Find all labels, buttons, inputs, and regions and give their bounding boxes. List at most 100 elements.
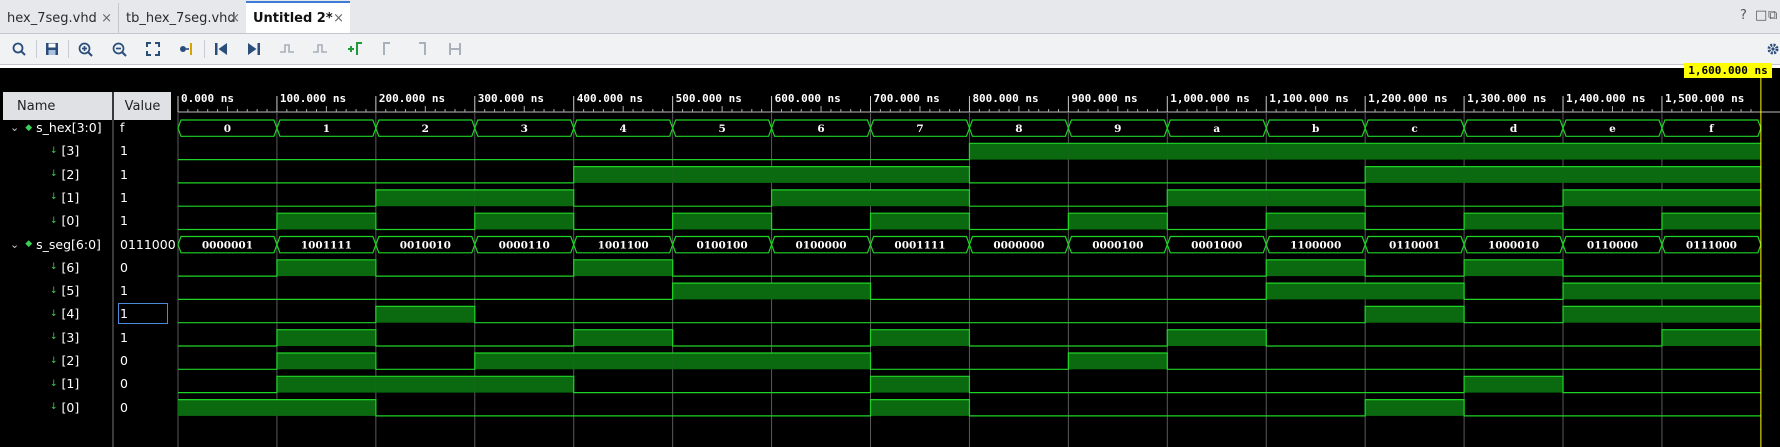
bus-value-label: 0001000 bbox=[1191, 240, 1242, 252]
high-level-fill bbox=[1563, 189, 1662, 207]
signal-icon: ↓ bbox=[50, 169, 58, 180]
high-level-fill bbox=[1661, 189, 1761, 207]
save-icon[interactable] bbox=[41, 38, 63, 60]
tab-bar: hex_7seg.vhd × tb_hex_7seg.vhd × Untitle… bbox=[0, 0, 1780, 34]
high-level-fill bbox=[375, 376, 475, 393]
bus-value-label: 0001111 bbox=[894, 240, 945, 252]
bus-value-label: 0000001 bbox=[202, 240, 253, 252]
high-level-fill bbox=[771, 283, 871, 300]
bit-signal-row[interactable]: ↓ [5] bbox=[50, 279, 79, 302]
bit-signal-row[interactable]: ↓ [3] bbox=[50, 139, 79, 162]
bit-signal-row[interactable]: ↓ [6] bbox=[50, 256, 79, 279]
settings-icon[interactable] bbox=[1762, 38, 1780, 60]
bit-signal-row[interactable]: ↓ [0] bbox=[50, 209, 79, 232]
help-icon[interactable]: ? bbox=[1740, 8, 1747, 23]
zoom-fit-icon[interactable] bbox=[142, 38, 164, 60]
high-level-fill bbox=[1365, 399, 1465, 416]
next-marker-icon[interactable] bbox=[410, 38, 432, 60]
bus-value-label: b bbox=[1312, 123, 1319, 135]
high-level-fill bbox=[1068, 353, 1168, 370]
signal-name: [4] bbox=[61, 306, 80, 322]
bus-signal-row[interactable]: ⌄ ◆ s_seg[6:0] bbox=[10, 233, 101, 256]
tab-tb-hex-7seg[interactable]: tb_hex_7seg.vhd × bbox=[118, 3, 246, 33]
bus-icon: ◆ bbox=[25, 122, 33, 133]
bit-signal-row[interactable]: ↓ [0] bbox=[50, 396, 79, 419]
previous-marker-icon[interactable] bbox=[377, 38, 399, 60]
bit-signal-row[interactable]: ↓ [3] bbox=[50, 326, 79, 349]
high-level-fill bbox=[870, 166, 970, 183]
bus-value-label: c bbox=[1411, 123, 1417, 135]
ruler-time-label: 0.000 ns bbox=[181, 92, 234, 105]
high-level-fill bbox=[573, 259, 673, 277]
close-icon[interactable]: × bbox=[333, 11, 344, 26]
tab-untitled-2[interactable]: Untitled 2* × bbox=[246, 1, 350, 33]
tab-hex-7seg[interactable]: hex_7seg.vhd × bbox=[0, 3, 118, 33]
high-level-fill bbox=[1563, 283, 1662, 300]
signal-value: 1 bbox=[120, 143, 128, 159]
swap-cursors-icon[interactable] bbox=[444, 38, 466, 60]
bus-icon: ◆ bbox=[25, 239, 33, 249]
signal-name: [2] bbox=[61, 166, 80, 182]
high-level-fill bbox=[1266, 259, 1366, 277]
high-level-fill bbox=[276, 376, 376, 393]
high-level-fill bbox=[1365, 143, 1465, 160]
add-marker-icon[interactable] bbox=[344, 38, 366, 60]
signal-icon: ↓ bbox=[50, 192, 58, 203]
zoom-out-icon[interactable] bbox=[108, 38, 130, 60]
high-level-fill bbox=[771, 166, 871, 183]
high-level-fill bbox=[474, 353, 574, 370]
signal-name: [0] bbox=[61, 213, 80, 229]
signal-value: f bbox=[120, 120, 125, 135]
signal-value: 1 bbox=[120, 329, 128, 345]
high-level-fill bbox=[1661, 143, 1761, 160]
high-level-fill bbox=[375, 189, 475, 207]
go-to-end-icon[interactable] bbox=[243, 38, 265, 60]
close-icon[interactable]: × bbox=[229, 11, 240, 26]
ruler-time-label: 1,200.000 ns bbox=[1368, 92, 1447, 105]
signal-name: [6] bbox=[61, 259, 80, 275]
zoom-in-icon[interactable] bbox=[74, 38, 96, 60]
bus-value-label: 0010010 bbox=[400, 240, 451, 252]
signal-value: 0111000 bbox=[120, 236, 176, 252]
bus-value-label: 1001111 bbox=[301, 240, 352, 252]
high-level-fill bbox=[1464, 143, 1564, 160]
cursor-time-label[interactable]: 1,600.000 ns bbox=[1684, 63, 1772, 78]
waveform-canvas[interactable]: 0.000 ns 100.000 ns 200.000 ns 300.000 ns 40… bbox=[175, 68, 1780, 447]
signal-icon: ↓ bbox=[50, 402, 58, 413]
high-level-fill bbox=[276, 213, 376, 230]
bit-signal-row[interactable]: ↓ [4] bbox=[50, 302, 79, 325]
previous-transition-icon[interactable] bbox=[276, 38, 298, 60]
bus-signal-row[interactable]: ⌄ ◆ s_hex[3:0] bbox=[10, 116, 102, 139]
ruler-time-label: 1,500.000 ns bbox=[1665, 92, 1744, 105]
ruler-time-label: 500.000 ns bbox=[676, 92, 742, 105]
chevron-down-icon[interactable]: ⌄ bbox=[10, 238, 19, 251]
signal-icon: ↓ bbox=[50, 145, 58, 156]
next-transition-icon[interactable] bbox=[309, 38, 331, 60]
restore-icon[interactable]: □ bbox=[1755, 8, 1767, 23]
float-icon[interactable]: ⧉ bbox=[1768, 8, 1777, 23]
signal-value: 1 bbox=[120, 166, 128, 182]
high-level-fill bbox=[474, 376, 574, 393]
high-level-fill bbox=[1068, 213, 1168, 230]
close-icon[interactable]: × bbox=[101, 11, 112, 26]
go-to-cursor-icon[interactable] bbox=[176, 38, 198, 60]
signal-name: [3] bbox=[61, 143, 80, 159]
go-to-start-icon[interactable] bbox=[210, 38, 232, 60]
high-level-fill bbox=[1365, 283, 1465, 300]
bit-signal-row[interactable]: ↓ [2] bbox=[50, 349, 79, 372]
high-level-fill bbox=[870, 376, 970, 393]
high-level-fill bbox=[1167, 189, 1267, 207]
high-level-fill bbox=[1266, 213, 1366, 230]
bus-value-label: 8 bbox=[1015, 123, 1022, 135]
bit-signal-row[interactable]: ↓ [1] bbox=[50, 372, 79, 395]
high-level-fill bbox=[672, 213, 772, 230]
high-level-fill bbox=[870, 213, 970, 230]
ruler-time-label: 100.000 ns bbox=[280, 92, 346, 105]
search-icon[interactable] bbox=[8, 38, 30, 60]
signal-name: [0] bbox=[61, 399, 80, 415]
high-level-fill bbox=[771, 189, 871, 207]
bit-signal-row[interactable]: ↓ [2] bbox=[50, 163, 79, 186]
bit-signal-row[interactable]: ↓ [1] bbox=[50, 186, 79, 209]
chevron-down-icon[interactable]: ⌄ bbox=[10, 121, 19, 134]
high-level-fill bbox=[1661, 329, 1761, 346]
